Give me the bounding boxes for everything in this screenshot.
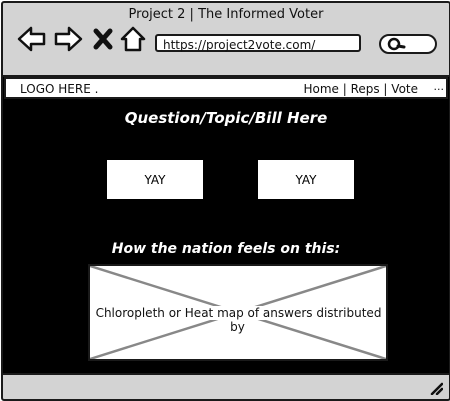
search-box[interactable] <box>379 34 437 54</box>
nation-heading: How the nation feels on this: <box>111 241 341 257</box>
resize-grip-icon[interactable] <box>429 381 443 395</box>
address-bar[interactable]: https://project2vote.com/ <box>155 34 361 52</box>
nav-links-text[interactable]: Home | Reps | Vote <box>303 82 418 96</box>
nav-links[interactable]: Home | Reps | Vote <box>303 82 418 96</box>
map-placeholder: Chloropleth or Heat map of answers distr… <box>88 264 388 361</box>
question-title: Question/Topic/Bill Here <box>124 109 328 127</box>
home-icon[interactable] <box>120 25 146 53</box>
search-icon <box>387 37 406 51</box>
forward-arrow-icon[interactable] <box>53 25 83 53</box>
logo-placeholder: LOGO HERE . <box>20 82 99 96</box>
browser-window: Project 2 | The Informed Voter https://p… <box>1 1 450 401</box>
map-caption-text: Chloropleth or Heat map of answers distr… <box>94 306 382 334</box>
yay-button-right[interactable]: YAY <box>258 160 354 199</box>
site-navbar: LOGO HERE . Home | Reps | Vote ... <box>4 77 448 99</box>
browser-chrome: Project 2 | The Informed Voter https://p… <box>3 3 449 77</box>
back-arrow-icon[interactable] <box>17 25 47 53</box>
map-caption: Chloropleth or Heat map of answers distr… <box>90 306 386 334</box>
more-menu[interactable]: ... <box>434 80 445 93</box>
yay-button-left[interactable]: YAY <box>107 160 203 199</box>
close-icon[interactable] <box>93 28 113 50</box>
window-title: Project 2 | The Informed Voter <box>128 7 324 22</box>
status-bar <box>3 373 449 399</box>
